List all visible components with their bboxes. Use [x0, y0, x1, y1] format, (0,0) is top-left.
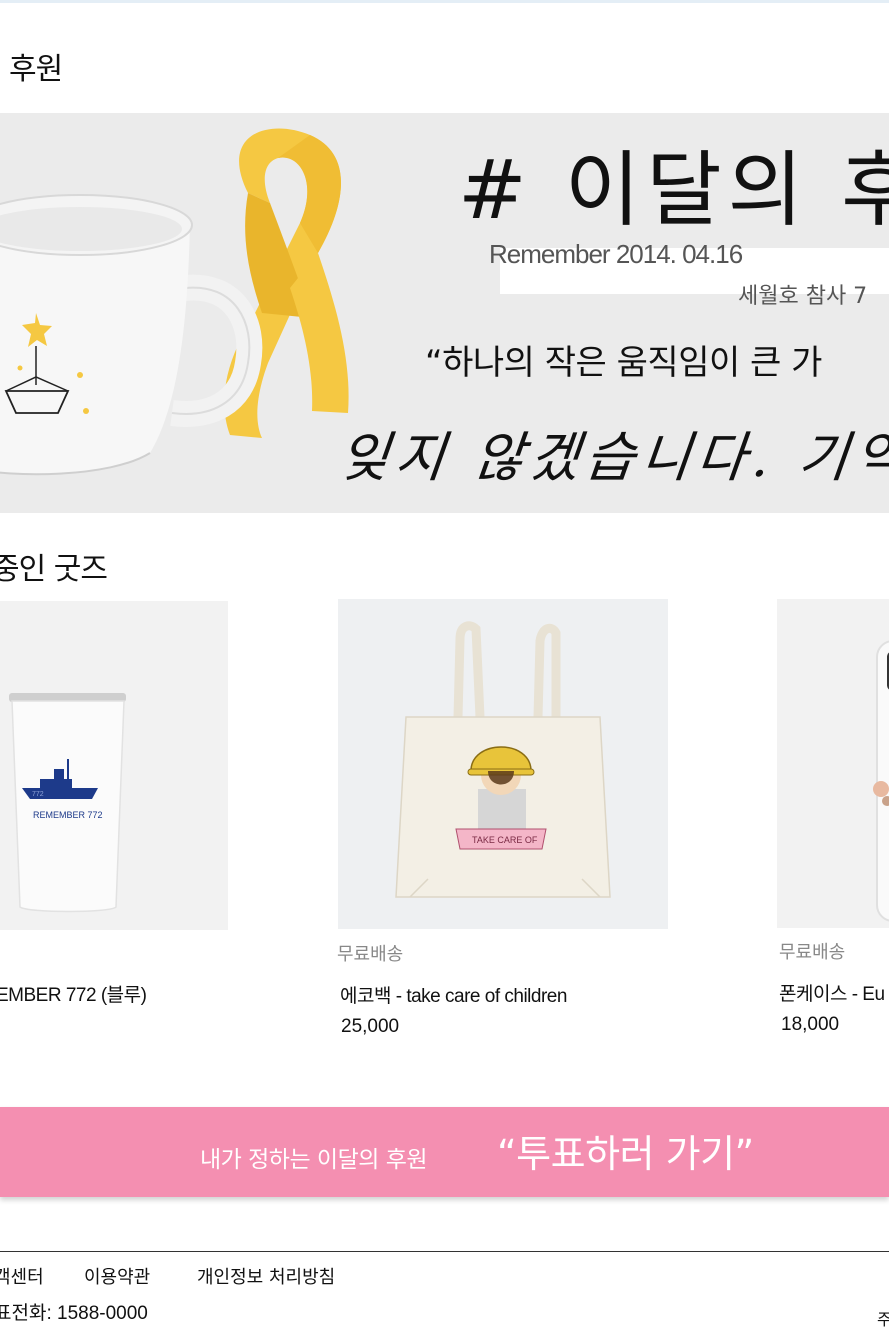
banner-remember-date: Remember 2014. 04.16 [489, 239, 743, 269]
mug-icon [0, 194, 263, 476]
monthly-donation-banner[interactable]: # 이달의 후 Remember 2014. 04.16 세월호 참사 7 “하… [0, 113, 889, 513]
vote-button[interactable]: “투표하러 가기” [497, 1123, 754, 1178]
footer-right-text: 주 [877, 1310, 889, 1329]
free-shipping-badge: 무료배송 [779, 942, 846, 963]
phone-case-icon [873, 640, 889, 922]
banner-title: # 이달의 후 [458, 143, 889, 238]
banner-subtitle: 세월호 참사 7 [738, 284, 868, 309]
product-image-tumbler[interactable]: 772 REMEMBER 772 [0, 601, 228, 930]
product-image-phone-case[interactable] [777, 599, 889, 928]
product-name-eco-bag[interactable]: 에코백 - take care of children [340, 981, 567, 1008]
tumbler-icon: 772 REMEMBER 772 [9, 693, 126, 913]
product-name-tumbler[interactable]: EMBER 772 (블루) [0, 980, 147, 1007]
vote-banner[interactable]: 내가 정하는 이달의 후원 “투표하러 가기” [0, 1107, 889, 1197]
top-border [0, 0, 889, 3]
vote-lead-text: 내가 정하는 이달의 후원 [200, 1147, 428, 1173]
footer-link-customer-center[interactable]: 객센터 [0, 1263, 44, 1289]
product-image-eco-bag[interactable]: TAKE CARE OF [338, 599, 668, 929]
footer-phone: 표전화: 1588-0000 [0, 1303, 148, 1324]
product-name-phone-case[interactable]: 폰케이스 - Eu [779, 979, 885, 1006]
goods-section-title: 중인 굿즈 [0, 552, 108, 587]
banner-handwriting: 잊지 않겠습니다. 기억하겠 [336, 426, 889, 489]
footer-link-privacy[interactable]: 개인정보 처리방침 [197, 1263, 335, 1289]
eco-bag-icon: TAKE CARE OF [395, 621, 611, 898]
product-price-eco-bag: 25,000 [341, 1016, 400, 1037]
footer-divider [0, 1251, 889, 1252]
svg-text:REMEMBER 772: REMEMBER 772 [33, 810, 103, 820]
product-price-phone-case: 18,000 [781, 1014, 840, 1035]
svg-text:772: 772 [32, 791, 44, 798]
footer-link-terms[interactable]: 이용약관 [84, 1263, 150, 1289]
banner-quote: “하나의 작은 움직임이 큰 가 [425, 343, 822, 383]
page-title: 후원 [9, 52, 63, 87]
free-shipping-badge: 무료배송 [337, 944, 404, 965]
svg-text:TAKE CARE OF: TAKE CARE OF [472, 835, 538, 845]
